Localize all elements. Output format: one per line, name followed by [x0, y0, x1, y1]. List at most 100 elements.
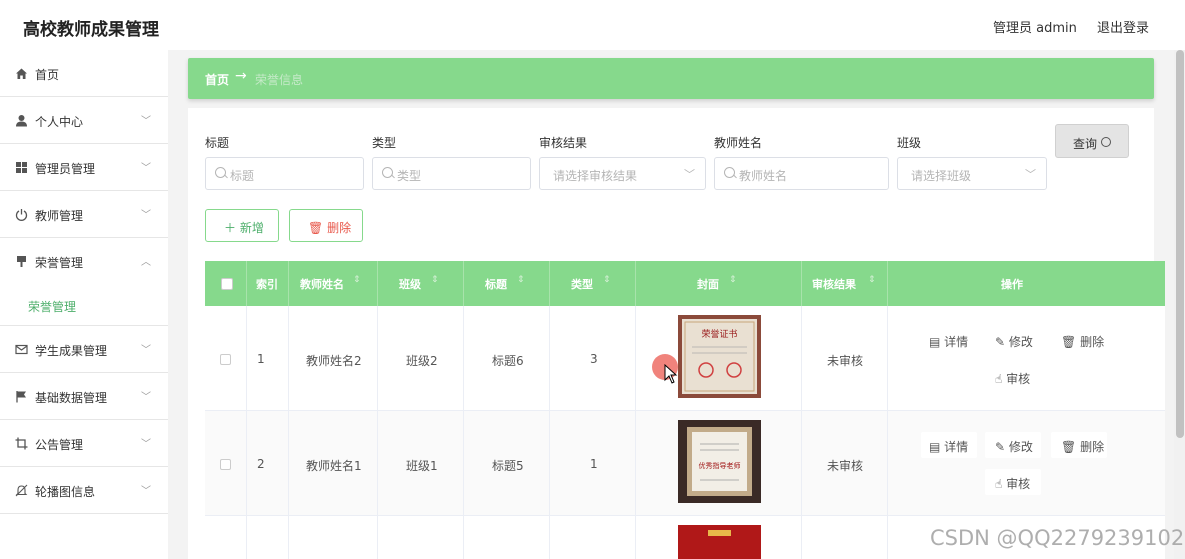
- audit-cell: [802, 516, 888, 559]
- detail-label: ▤ 详情: [929, 335, 969, 349]
- filter-audit-select[interactable]: 请选择审核结果 ﹀: [539, 157, 706, 190]
- certificate-title: 优秀指导老师: [699, 461, 741, 470]
- detail-button[interactable]: ▤ 详情: [921, 432, 977, 458]
- edit-button[interactable]: ✎ 修改: [985, 432, 1041, 458]
- top-bar: 高校教师成果管理 管理员 admin 退出登录: [0, 0, 1185, 50]
- sort-icon[interactable]: ⇕: [431, 275, 439, 285]
- title-value: 标题6: [492, 354, 524, 368]
- mail-icon: [15, 344, 28, 355]
- batch-delete-button[interactable]: 🗑 删除: [289, 209, 363, 242]
- sort-icon[interactable]: ⇕: [603, 275, 611, 285]
- header-actions: 操作: [888, 261, 1165, 306]
- query-button[interactable]: 查询: [1055, 124, 1129, 158]
- header-select-all[interactable]: [205, 261, 247, 306]
- sidebar-item-label: 轮播图信息: [35, 485, 96, 499]
- bell-off-icon: [15, 484, 28, 497]
- sort-icon[interactable]: ⇕: [729, 275, 737, 285]
- sidebar-item-label: 个人中心: [35, 115, 84, 129]
- edit-button[interactable]: ✎ 修改: [985, 327, 1041, 353]
- power-icon: [15, 209, 28, 221]
- table-row: 1 教师姓名2 班级2 标题6 3 荣誉证书 未审核 ▤ 详情 ✎ 修改 🗑 删…: [205, 306, 1165, 411]
- logout-button[interactable]: 退出登录: [1097, 17, 1149, 36]
- sidebar-item-student-achievements[interactable]: 学生成果管理 ﹀: [0, 326, 168, 373]
- sidebar-subitem-honor-management[interactable]: 荣誉管理: [0, 288, 168, 326]
- header-cover[interactable]: 封面 ⇕: [636, 261, 802, 306]
- filter-class-select[interactable]: 请选择班级 ﹀: [897, 157, 1047, 190]
- delete-button-label: 🗑 删除: [308, 219, 351, 236]
- sidebar-item-teacher-management[interactable]: 教师管理 ﹀: [0, 191, 168, 238]
- admin-username: 管理员 admin: [993, 21, 1077, 36]
- class-value: 班级1: [406, 459, 438, 473]
- row-checkbox[interactable]: [220, 459, 231, 470]
- cover-image[interactable]: 荣誉证书: [678, 315, 761, 398]
- delete-label: 🗑 删除: [1061, 440, 1105, 454]
- teacher-cell: 教师姓名1: [289, 411, 378, 516]
- cover-image[interactable]: 优秀指导老师: [678, 420, 761, 503]
- index-value: 1: [257, 352, 265, 366]
- type-value: 3: [590, 352, 598, 366]
- type-cell: 1: [550, 411, 636, 516]
- sidebar-item-honor-management[interactable]: 荣誉管理 ︿: [0, 238, 168, 285]
- sidebar-item-admin-management[interactable]: 管理员管理 ﹀: [0, 144, 168, 191]
- detail-label: ▤ 详情: [929, 440, 969, 454]
- header-label: 类型: [571, 278, 593, 291]
- teacher-cell: [289, 516, 378, 559]
- audit-cell: 未审核: [802, 306, 888, 411]
- filter-teacher-input[interactable]: 教师姓名: [714, 157, 889, 190]
- filter-type-input[interactable]: 类型: [372, 157, 531, 190]
- filter-type-label: 类型: [372, 136, 397, 150]
- add-button-text: 新增: [239, 221, 264, 235]
- cover-cell: [636, 516, 802, 559]
- header-audit[interactable]: 审核结果 ⇕: [802, 261, 888, 306]
- crop-icon: [15, 437, 28, 450]
- class-cell: 班级2: [378, 306, 464, 411]
- audit-button[interactable]: ☝ 审核: [985, 364, 1041, 390]
- chevron-down-icon: ﹀: [141, 392, 151, 403]
- header-type[interactable]: 类型 ⇕: [550, 261, 636, 306]
- chevron-down-icon: ﹀: [141, 163, 151, 174]
- stamp-icon: [17, 256, 26, 267]
- sidebar-item-announcements[interactable]: 公告管理 ﹀: [0, 420, 168, 467]
- index-cell: 2: [247, 411, 289, 516]
- home-icon: [16, 68, 27, 79]
- filter-title-input[interactable]: 标题: [205, 157, 364, 190]
- chevron-down-icon: ﹀: [141, 116, 151, 127]
- chevron-down-icon: ﹀: [1025, 168, 1036, 181]
- scrollbar-thumb[interactable]: [1176, 50, 1184, 438]
- delete-row-button[interactable]: 🗑 删除: [1051, 327, 1107, 353]
- search-icon: [382, 167, 393, 178]
- teacher-value: 教师姓名1: [306, 459, 362, 473]
- header-title[interactable]: 标题 ⇕: [464, 261, 550, 306]
- sidebar-item-base-data[interactable]: 基础数据管理 ﹀: [0, 373, 168, 420]
- sort-icon[interactable]: ⇕: [353, 275, 361, 285]
- audit-button[interactable]: ☝ 审核: [985, 469, 1041, 495]
- filter-teacher-placeholder: 教师姓名: [739, 169, 788, 183]
- header-teacher[interactable]: 教师姓名 ⇕: [289, 261, 378, 306]
- sort-icon[interactable]: ⇕: [868, 275, 876, 285]
- sidebar-item-personal-center[interactable]: 个人中心 ﹀: [0, 97, 168, 144]
- sidebar-item-home[interactable]: 首页: [0, 50, 168, 97]
- actions-cell: ▤ 详情 ✎ 修改 🗑 删除 ☝ 审核: [888, 306, 1165, 411]
- row-checkbox[interactable]: [220, 354, 231, 365]
- filter-title-label: 标题: [205, 136, 230, 150]
- header-label: 班级: [399, 278, 421, 291]
- user-icon: [16, 115, 27, 127]
- header-class[interactable]: 班级 ⇕: [378, 261, 464, 306]
- sort-icon[interactable]: ⇕: [517, 275, 525, 285]
- header-index: 索引: [247, 261, 289, 306]
- sidebar-subitem-label: 荣誉管理: [28, 300, 77, 314]
- app-title: 高校教师成果管理: [23, 20, 159, 40]
- type-cell: [550, 516, 636, 559]
- title-value: 标题5: [492, 459, 524, 473]
- sidebar-item-label: 管理员管理: [35, 162, 96, 176]
- detail-button[interactable]: ▤ 详情: [921, 327, 977, 353]
- cover-image[interactable]: [678, 525, 761, 559]
- select-all-checkbox[interactable]: [221, 278, 233, 290]
- filter-class-label: 班级: [897, 136, 922, 150]
- delete-row-button[interactable]: 🗑 删除: [1051, 432, 1107, 458]
- breadcrumb-home[interactable]: 首页: [205, 71, 229, 88]
- sidebar-item-carousel[interactable]: 轮播图信息 ﹀: [0, 467, 168, 514]
- audit-label: ☝ 审核: [995, 477, 1031, 491]
- add-button[interactable]: ＋ 新增: [205, 209, 279, 242]
- search-icon: [1101, 137, 1111, 147]
